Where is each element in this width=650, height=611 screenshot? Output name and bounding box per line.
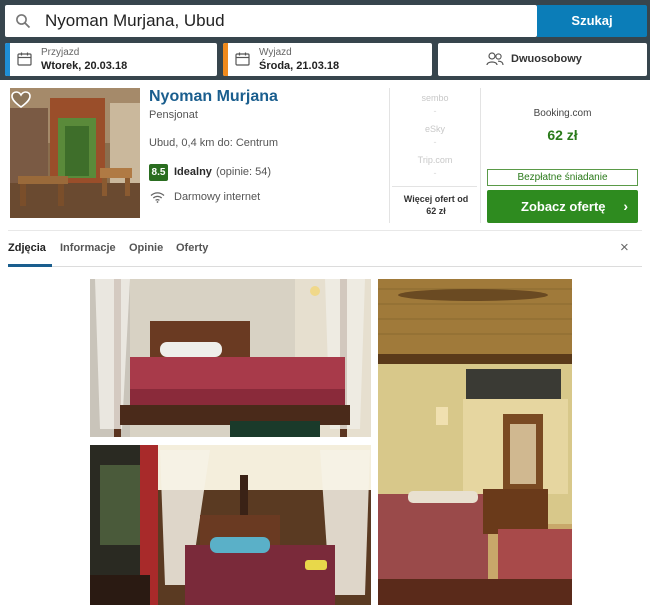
breakfast-badge: Bezpłatne śniadanie bbox=[487, 169, 638, 186]
search-query: Nyoman Murjana, Ubud bbox=[45, 11, 225, 30]
rating-count[interactable]: (opinie: 54) bbox=[216, 166, 271, 178]
checkin-stripe bbox=[5, 43, 10, 76]
view-offer-label: Zobacz ofertę bbox=[521, 199, 606, 214]
rating-badge: 8.5 bbox=[149, 164, 168, 181]
divider bbox=[392, 186, 477, 187]
tab-divider bbox=[8, 266, 642, 267]
offer-price: - bbox=[433, 168, 437, 178]
calendar-icon bbox=[17, 52, 32, 66]
hotel-type: Pensjonat bbox=[149, 109, 198, 121]
tab-photos[interactable]: Zdjęcia bbox=[8, 242, 46, 254]
checkout-date: Środa, 21.03.18 bbox=[259, 60, 340, 72]
checkout-stripe bbox=[223, 43, 228, 76]
heart-icon[interactable] bbox=[11, 91, 31, 109]
room-photo bbox=[378, 279, 572, 605]
checkout-label: Wyjazd bbox=[259, 47, 292, 58]
gallery-photo[interactable] bbox=[90, 279, 371, 437]
checkout-field[interactable]: Wyjazd Środa, 21.03.18 bbox=[223, 43, 432, 76]
hotel-name[interactable]: Nyoman Murjana bbox=[149, 88, 278, 106]
offer-provider[interactable]: eSky bbox=[390, 124, 480, 134]
offer-provider[interactable]: Trip.com bbox=[390, 155, 480, 165]
best-offer-provider: Booking.com bbox=[533, 108, 592, 119]
best-offer-price[interactable]: 62 zł bbox=[487, 127, 638, 143]
divider bbox=[8, 230, 642, 231]
amenity-label: Darmowy internet bbox=[174, 191, 261, 203]
room-type-label: Dwuosobowy bbox=[511, 53, 582, 65]
search-icon bbox=[16, 14, 31, 29]
offer-provider[interactable]: sembo bbox=[390, 93, 480, 103]
tab-offers[interactable]: Oferty bbox=[176, 242, 208, 254]
checkin-date: Wtorek, 20.03.18 bbox=[41, 60, 128, 72]
offer-price: - bbox=[433, 137, 437, 147]
divider bbox=[480, 88, 481, 223]
view-offer-button[interactable]: Zobacz ofertę › bbox=[487, 190, 638, 223]
hotel-location: Ubud, 0,4 km do: Centrum bbox=[149, 137, 279, 149]
more-offers-label: Więcej ofert od bbox=[403, 194, 469, 204]
room-photo bbox=[90, 445, 371, 605]
search-input[interactable]: Nyoman Murjana, Ubud bbox=[5, 5, 537, 37]
room-photo bbox=[90, 279, 371, 437]
tab-info[interactable]: Informacje bbox=[60, 242, 116, 254]
rating-label: Idealny bbox=[174, 166, 212, 178]
search-button[interactable]: Szukaj bbox=[537, 5, 647, 37]
calendar-icon bbox=[235, 52, 250, 66]
offer-price: - bbox=[433, 106, 437, 116]
checkin-label: Przyjazd bbox=[41, 47, 80, 58]
more-offers-link[interactable]: Więcej ofert od 62 zł bbox=[392, 193, 480, 217]
wifi-icon bbox=[150, 192, 165, 203]
gallery-photo[interactable] bbox=[90, 445, 371, 605]
checkin-field[interactable]: Przyjazd Wtorek, 20.03.18 bbox=[5, 43, 217, 76]
room-type-selector[interactable]: Dwuosobowy bbox=[438, 43, 647, 76]
more-offers-price: 62 zł bbox=[426, 206, 446, 216]
chevron-right-icon: › bbox=[623, 198, 628, 214]
gallery-photo[interactable] bbox=[378, 279, 572, 605]
active-tab-indicator bbox=[8, 264, 52, 267]
tab-reviews[interactable]: Opinie bbox=[129, 242, 163, 254]
people-icon bbox=[486, 52, 504, 66]
close-icon[interactable]: × bbox=[620, 239, 629, 256]
